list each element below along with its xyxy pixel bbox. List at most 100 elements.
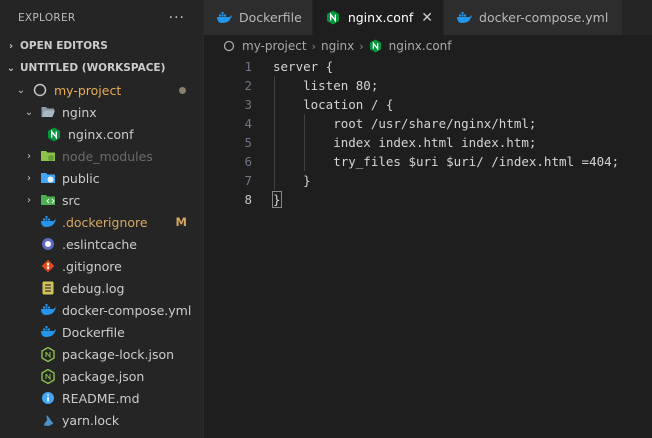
tree-item-dockerignore[interactable]: .dockerignore M [0,211,203,233]
nginx-icon [369,39,383,53]
git-icon [40,258,56,274]
nodejs-icon [40,368,56,384]
tree-item-label: package.json [62,368,145,384]
tree-item-package-lock[interactable]: package-lock.json [0,343,203,365]
code-text: listen 80; [273,78,379,93]
code-line: 3 location / { [204,95,652,114]
tree-item-nginx-conf[interactable]: nginx.conf [0,123,203,145]
chevron-down-icon: ⌄ [24,106,34,118]
editor-tabs: Dockerfile nginx.conf ✕ docker-compose.y… [204,0,652,35]
docker-icon [40,214,56,230]
more-actions-icon[interactable]: ··· [169,10,185,26]
breadcrumb-item[interactable]: nginx [321,39,354,53]
code-text: try_files $uri $uri/ /index.html =404; [273,154,620,169]
modified-dot [179,86,186,94]
tree-item-label: src [62,192,81,208]
tree-item-label: docker-compose.yml [62,302,192,318]
line-number: 1 [244,59,252,74]
tree-item-label: my-project [54,82,122,98]
tree-item-debug-log[interactable]: debug.log [0,277,203,299]
code-line: 1 server { [204,57,652,76]
code-line-current: 8 } [204,190,652,209]
tree-item-label: README.md [62,390,140,406]
tree-item-src[interactable]: › src [0,189,203,211]
chevron-down-icon: ⌄ [16,84,26,96]
code-text: server { [273,59,334,74]
docker-icon [456,10,472,26]
info-icon [40,390,56,406]
line-number: 6 [244,154,252,169]
nginx-icon [46,126,62,142]
code-text: index index.html index.htm; [273,135,537,150]
breadcrumb: my-project › nginx › nginx.conf [204,35,652,57]
chevron-right-icon: › [359,39,364,53]
open-editors-section[interactable]: › OPEN EDITORS [0,35,203,57]
tree-item-label: .gitignore [62,258,122,274]
nginx-icon [325,10,341,26]
tree-item-nginx[interactable]: ⌄ nginx [0,101,203,123]
log-file-icon [40,280,56,296]
tree-item-node-modules[interactable]: › node_modules [0,145,203,167]
nodejs-icon [40,346,56,362]
tree-item-my-project[interactable]: ⌄ my-project [0,79,203,101]
line-number: 4 [244,116,252,131]
chevron-right-icon: › [8,40,14,52]
docker-icon [216,10,232,26]
code-line: 7 } [204,171,652,190]
globe-folder-icon [40,170,56,186]
workspace-label: UNTITLED (WORKSPACE) [20,62,166,74]
code-line: 6 try_files $uri $uri/ /index.html =404; [204,152,652,171]
code-line: 4 root /usr/share/nginx/html; [204,114,652,133]
close-icon[interactable]: ✕ [421,10,433,26]
line-number: 5 [244,135,252,150]
explorer-title: EXPLORER [18,11,76,24]
line-number: 2 [244,78,252,93]
tab-docker-compose[interactable]: docker-compose.yml [444,0,624,35]
chevron-right-icon: › [27,150,31,162]
chevron-right-icon: › [27,194,31,206]
tree-item-gitignore[interactable]: .gitignore [0,255,203,277]
tab-dockerfile[interactable]: Dockerfile [204,0,313,35]
explorer-header: EXPLORER ··· [0,0,203,35]
tree-item-label: debug.log [62,280,125,296]
code-text: root /usr/share/nginx/html; [273,116,537,131]
git-modified-badge: M [175,215,187,229]
tree-item-label: nginx [62,104,97,120]
code-line: 2 listen 80; [204,76,652,95]
explorer-sidebar: EXPLORER ··· › OPEN EDITORS ⌄ UNTITLED (… [0,0,204,438]
tab-label: nginx.conf [347,10,414,25]
tree-item-dockerfile[interactable]: Dockerfile [0,321,203,343]
tab-label: Dockerfile [239,10,302,25]
tree-item-label: Dockerfile [62,324,125,340]
tree-item-yarn-lock[interactable]: yarn.lock [0,409,203,431]
tree-item-public[interactable]: › public [0,167,203,189]
code-text: location / { [273,97,394,112]
docker-icon [40,324,56,340]
tree-item-readme[interactable]: README.md [0,387,203,409]
tree-item-label: package-lock.json [62,346,175,362]
docker-icon [40,302,56,318]
open-editors-label: OPEN EDITORS [20,40,108,52]
tree-item-label: public [62,170,100,186]
chevron-right-icon: › [311,39,316,53]
tree-item-label: .eslintcache [62,236,137,252]
line-number: 3 [244,97,252,112]
chevron-down-icon: ⌄ [6,62,16,74]
workspace-section[interactable]: ⌄ UNTITLED (WORKSPACE) [0,57,203,79]
folder-root-icon [32,82,48,98]
source-folder-icon [40,192,56,208]
tree-item-docker-compose[interactable]: docker-compose.yml [0,299,203,321]
code-editor[interactable]: 1 server { 2 listen 80; 3 location / { 4… [204,57,652,438]
tree-item-package-json[interactable]: package.json [0,365,203,387]
tree-item-label: .dockerignore [62,214,148,230]
folder-open-icon [40,104,56,120]
breadcrumb-item[interactable]: nginx.conf [389,39,452,53]
tree-item-eslintcache[interactable]: .eslintcache [0,233,203,255]
node-folder-icon [40,148,56,164]
tab-label: docker-compose.yml [479,10,609,25]
tab-nginx-conf[interactable]: nginx.conf ✕ [312,0,445,35]
tree-item-label: node_modules [62,148,153,164]
tree-item-label: nginx.conf [68,126,134,142]
line-number: 8 [244,192,252,207]
breadcrumb-item[interactable]: my-project [242,39,307,53]
